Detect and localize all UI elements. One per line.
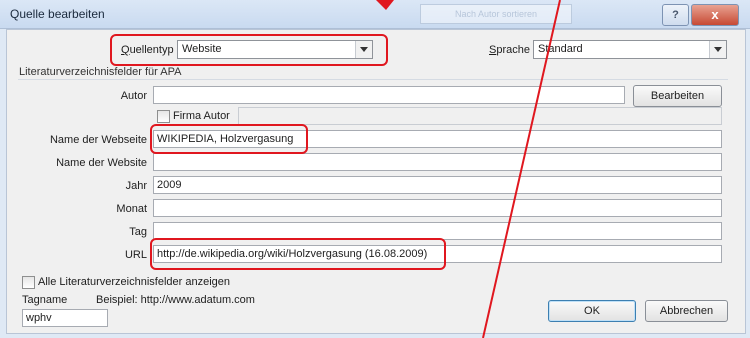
arrow-head <box>376 0 394 10</box>
annotation-arrows <box>376 0 561 338</box>
annotation-line <box>482 0 561 338</box>
